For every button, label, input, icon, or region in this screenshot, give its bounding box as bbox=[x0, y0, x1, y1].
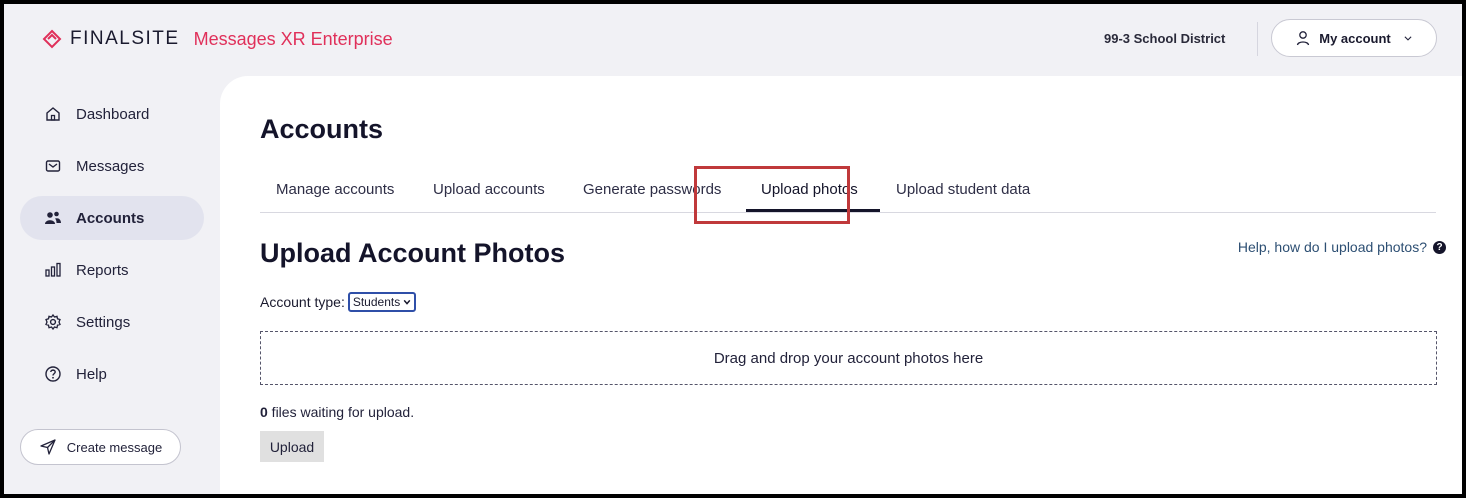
envelope-icon bbox=[44, 157, 62, 175]
header-divider bbox=[1257, 22, 1258, 56]
account-type-select[interactable]: Students bbox=[347, 292, 417, 312]
home-icon bbox=[44, 105, 62, 123]
help-upload-photos-link[interactable]: Help, how do I upload photos? ? bbox=[1238, 239, 1446, 255]
my-account-label: My account bbox=[1319, 30, 1391, 46]
photo-dropzone[interactable]: Drag and drop your account photos here bbox=[260, 331, 1437, 385]
account-type-label: Account type: bbox=[260, 294, 345, 310]
sidebar-item-label: Dashboard bbox=[76, 105, 150, 123]
sidebar-item-accounts[interactable]: Accounts bbox=[20, 196, 204, 240]
sidebar-item-help[interactable]: Help bbox=[20, 352, 204, 396]
highlight-annotation-box bbox=[694, 166, 850, 224]
account-type-row: Account type: Students bbox=[260, 292, 417, 312]
section-title: Upload Account Photos bbox=[260, 238, 565, 268]
tab-manage-accounts[interactable]: Manage accounts bbox=[276, 181, 394, 198]
app-window: FINALSITE Messages XR Enterprise 99-3 Sc… bbox=[4, 4, 1462, 494]
finalsite-logo-icon bbox=[42, 29, 62, 49]
waiting-count: 0 bbox=[260, 404, 268, 420]
create-message-button[interactable]: Create message bbox=[20, 429, 181, 465]
page-title: Accounts bbox=[260, 114, 384, 144]
dropzone-text: Drag and drop your account photos here bbox=[713, 349, 984, 367]
question-icon: ? bbox=[1433, 240, 1446, 254]
sidebar-item-label: Accounts bbox=[76, 209, 145, 227]
waiting-text: files waiting for upload. bbox=[267, 404, 415, 420]
brand-name: FINALSITE bbox=[70, 28, 180, 49]
help-circle-icon bbox=[44, 365, 62, 383]
sidebar-item-label: Reports bbox=[76, 261, 129, 279]
sidebar-item-dashboard[interactable]: Dashboard bbox=[20, 92, 204, 136]
sidebar-nav: Dashboard Messages Accounts Reports Sett… bbox=[20, 92, 204, 404]
send-icon bbox=[40, 439, 56, 455]
tab-upload-student-data[interactable]: Upload student data bbox=[896, 181, 1030, 198]
upload-queue-status: 0 files waiting for upload. bbox=[260, 404, 414, 420]
create-message-label: Create message bbox=[66, 439, 163, 455]
chevron-down-icon bbox=[403, 299, 411, 305]
sidebar-item-reports[interactable]: Reports bbox=[20, 248, 204, 292]
account-type-value: Students bbox=[352, 295, 401, 309]
top-header: FINALSITE Messages XR Enterprise 99-3 Sc… bbox=[4, 4, 1462, 76]
gear-icon bbox=[44, 313, 62, 331]
sidebar-item-label: Help bbox=[76, 365, 107, 383]
chevron-down-icon bbox=[1404, 36, 1412, 41]
main-content: Accounts Manage accounts Upload accounts… bbox=[220, 76, 1462, 494]
upload-button[interactable]: Upload bbox=[260, 431, 324, 462]
tab-upload-accounts[interactable]: Upload accounts bbox=[433, 181, 545, 198]
product-name: Messages XR Enterprise bbox=[193, 28, 393, 49]
help-link-text: Help, how do I upload photos? bbox=[1237, 239, 1427, 255]
bar-chart-icon bbox=[44, 261, 62, 279]
sidebar-item-label: Settings bbox=[76, 313, 131, 331]
sidebar-item-messages[interactable]: Messages bbox=[20, 144, 204, 188]
my-account-button[interactable]: My account bbox=[1271, 19, 1437, 57]
user-icon bbox=[1297, 31, 1310, 46]
district-name: 99-3 School District bbox=[1104, 31, 1226, 46]
sidebar-item-label: Messages bbox=[76, 157, 145, 175]
sidebar-item-settings[interactable]: Settings bbox=[20, 300, 204, 344]
users-icon bbox=[44, 209, 62, 227]
logo[interactable]: FINALSITE Messages XR Enterprise bbox=[42, 28, 393, 50]
